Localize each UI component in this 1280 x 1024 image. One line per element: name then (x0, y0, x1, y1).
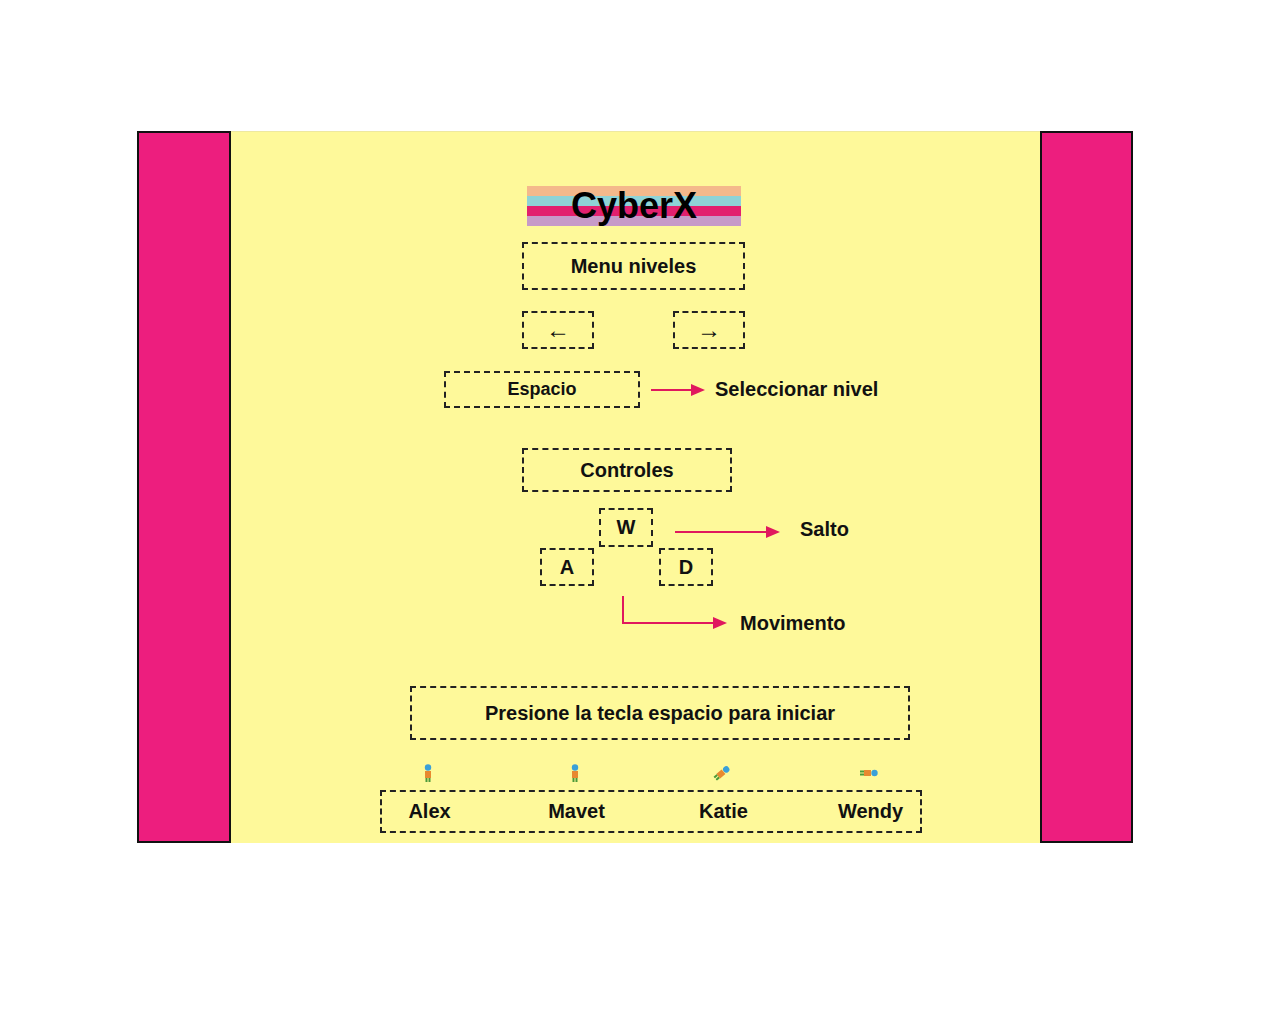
sprite-cell (648, 762, 795, 784)
character-item[interactable]: Katie (650, 800, 797, 823)
character-name: Katie (699, 800, 748, 823)
right-key: D (659, 548, 713, 586)
arrow-icon (651, 383, 705, 397)
game-frame: CyberXMenu niveles←→EspacioSeleccionar n… (137, 131, 1133, 843)
controls-title: Controles (522, 448, 732, 492)
character-name: Alex (408, 800, 450, 823)
select-level-label: Seleccionar nivel (715, 378, 878, 401)
character-sprites (354, 762, 1040, 784)
character-name: Mavet (548, 800, 605, 823)
character-icon (711, 763, 731, 782)
controls-diagram: WA D Salto Movimento (231, 508, 1040, 643)
character-item[interactable]: Mavet (503, 800, 650, 823)
level-menu-title: Menu niveles (522, 242, 745, 290)
next-level-key[interactable]: → (673, 311, 745, 349)
left-bar (137, 131, 231, 843)
menu-screen: CyberXMenu niveles←→EspacioSeleccionar n… (231, 131, 1040, 843)
prev-level-key[interactable]: ← (522, 311, 594, 349)
start-prompt: Presione la tecla espacio para iniciar (410, 686, 910, 740)
select-level-row: Espacio Seleccionar nivel (444, 371, 1040, 408)
jump-label: Salto (800, 518, 849, 541)
game-logo: CyberX (527, 186, 741, 226)
level-arrows: ←→ (522, 311, 1040, 349)
sprite-cell (354, 762, 501, 784)
left-key: A (540, 548, 594, 586)
character-item[interactable]: Alex (356, 800, 503, 823)
arrow-icon (675, 525, 781, 539)
jump-key: W (599, 508, 653, 547)
arrow-icon (620, 596, 728, 630)
character-item[interactable]: Wendy (797, 800, 944, 823)
right-bar (1040, 131, 1133, 843)
character-list: Alex Mavet Katie Wendy (380, 790, 922, 833)
move-label: Movimento (740, 612, 846, 635)
character-name: Wendy (838, 800, 903, 823)
character-icon (423, 764, 433, 782)
game-title: CyberX (527, 186, 741, 226)
sprite-cell (501, 762, 648, 784)
character-icon (570, 764, 580, 782)
character-icon (860, 768, 878, 778)
sprite-cell (795, 762, 942, 784)
character-names: Alex Mavet Katie Wendy (356, 800, 944, 823)
space-key: Espacio (444, 371, 640, 408)
